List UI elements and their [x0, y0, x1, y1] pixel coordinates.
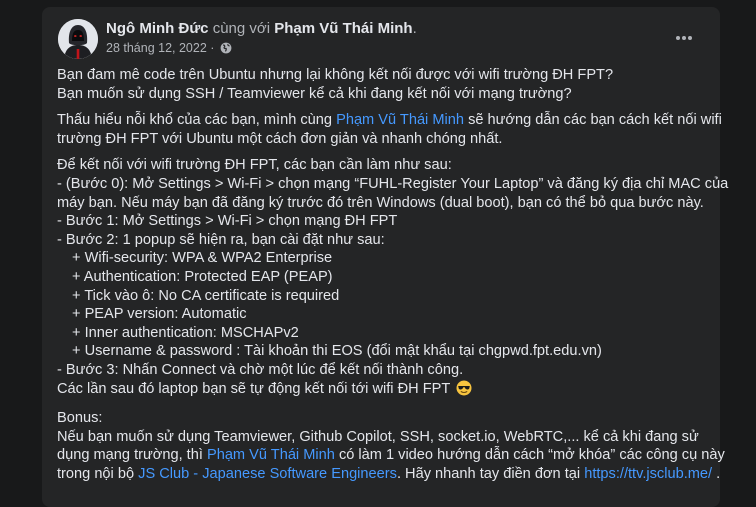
post-date[interactable]: 28 tháng 12, 2022: [106, 41, 207, 55]
with-text: cùng với: [212, 20, 271, 37]
text-span: có làm 1 video hướng dẫn cách “mở khóa” …: [338, 447, 725, 464]
text-line: Để kết nối với wifi trường ĐH FPT, các b…: [57, 157, 452, 174]
post-header: Ngô Minh Đức cùng với Phạm Vũ Thái Minh.…: [58, 19, 704, 59]
tagged-user[interactable]: Phạm Vũ Thái Minh: [274, 20, 412, 37]
text-line: máy bạn. Nếu máy bạn đã đăng ký trước đó…: [57, 194, 704, 211]
post-body: Bạn đam mê code trên Ubuntu nhưng lại kh…: [57, 66, 729, 491]
author-line: Ngô Minh Đức cùng với Phạm Vũ Thái Minh.: [106, 20, 417, 37]
globe-icon[interactable]: [220, 42, 232, 57]
text-line: + Inner authentication: MSCHAPv2: [72, 324, 299, 341]
avatar-hacker-icon: [58, 19, 98, 59]
text-span: sẽ hướng dẫn các bạn cách kết nối wifi: [468, 112, 722, 129]
text-span: Thấu hiểu nỗi khổ của các bạn, mình cùng: [57, 112, 333, 129]
avatar[interactable]: [58, 19, 98, 59]
text-line: Bạn đam mê code trên Ubuntu nhưng lại kh…: [57, 67, 614, 83]
more-options-button[interactable]: [670, 27, 698, 49]
mention-link[interactable]: Phạm Vũ Thái Minh: [207, 447, 335, 463]
text-line: trường ĐH FPT với Ubuntu một cách đơn gi…: [57, 130, 503, 147]
meta-separator: ·: [210, 41, 215, 55]
text-line: - (Bước 0): Mở Settings > Wi-Fi > chọn m…: [57, 175, 729, 192]
text-line: - Bước 1: Mở Settings > Wi-Fi > chọn mạn…: [57, 213, 398, 230]
text-line: Thấu hiểu nỗi khổ của các bạn, mình cùng…: [57, 111, 722, 130]
url-link[interactable]: https://ttv.jsclub.me/: [584, 466, 712, 482]
author-name[interactable]: Ngô Minh Đức: [106, 20, 209, 37]
paragraph-intro: Bạn đam mê code trên Ubuntu nhưng lại kh…: [57, 66, 712, 103]
paragraph-bonus: Bonus: Nếu bạn muốn sử dụng Teamviewer, …: [57, 409, 725, 484]
more-horizontal-icon: [676, 36, 692, 40]
text-span: trong nội bộ: [57, 465, 135, 482]
period: .: [412, 20, 417, 37]
group-link[interactable]: JS Club - Japanese Software Engineers: [138, 466, 397, 482]
text-line: + Authentication: Protected EAP (PEAP): [72, 268, 333, 285]
text-line: + Tick vào ô: No CA certificate is requi…: [72, 287, 340, 304]
text-line: Bonus:: [57, 410, 103, 427]
text-line: - Bước 3: Nhấn Connect và chờ một lúc để…: [57, 361, 464, 378]
mention-link[interactable]: Phạm Vũ Thái Minh: [336, 112, 464, 128]
text-line: + PEAP version: Automatic: [72, 306, 247, 323]
text-line: Bạn muốn sử dụng SSH / Teamviewer kể cả …: [57, 85, 572, 102]
text-line: + Username & password : Tài khoản thi EO…: [72, 343, 602, 360]
text-line: trong nội bộ JS Club - Japanese Software…: [57, 465, 720, 484]
text-line: Các lần sau đó laptop bạn sẽ tự động kết…: [57, 380, 712, 402]
text-span: Các lần sau đó laptop bạn sẽ tự động kết…: [57, 380, 451, 397]
text-span: .: [716, 465, 721, 482]
text-span: . Hãy nhanh tay điền đơn tại: [396, 465, 581, 482]
text-line: dụng mạng trường, thì Phạm Vũ Thái Minh …: [57, 446, 725, 465]
paragraph-steps: Để kết nối với wifi trường ĐH FPT, các b…: [57, 156, 729, 402]
sunglasses-emoji-icon: [456, 380, 472, 402]
paragraph-guide: Thấu hiểu nỗi khổ của các bạn, mình cùng…: [57, 111, 722, 148]
text-line: + Wifi-security: WPA & WPA2 Enterprise: [72, 250, 333, 267]
post-card: Ngô Minh Đức cùng với Phạm Vũ Thái Minh.…: [42, 7, 729, 507]
post-meta: 28 tháng 12, 2022 ·: [106, 41, 232, 57]
text-span: dụng mạng trường, thì: [57, 447, 203, 464]
text-line: - Bước 2: 1 popup sẽ hiện ra, bạn cài đặ…: [57, 231, 385, 248]
text-line: Nếu bạn muốn sử dụng Teamviewer, Github …: [57, 428, 699, 445]
